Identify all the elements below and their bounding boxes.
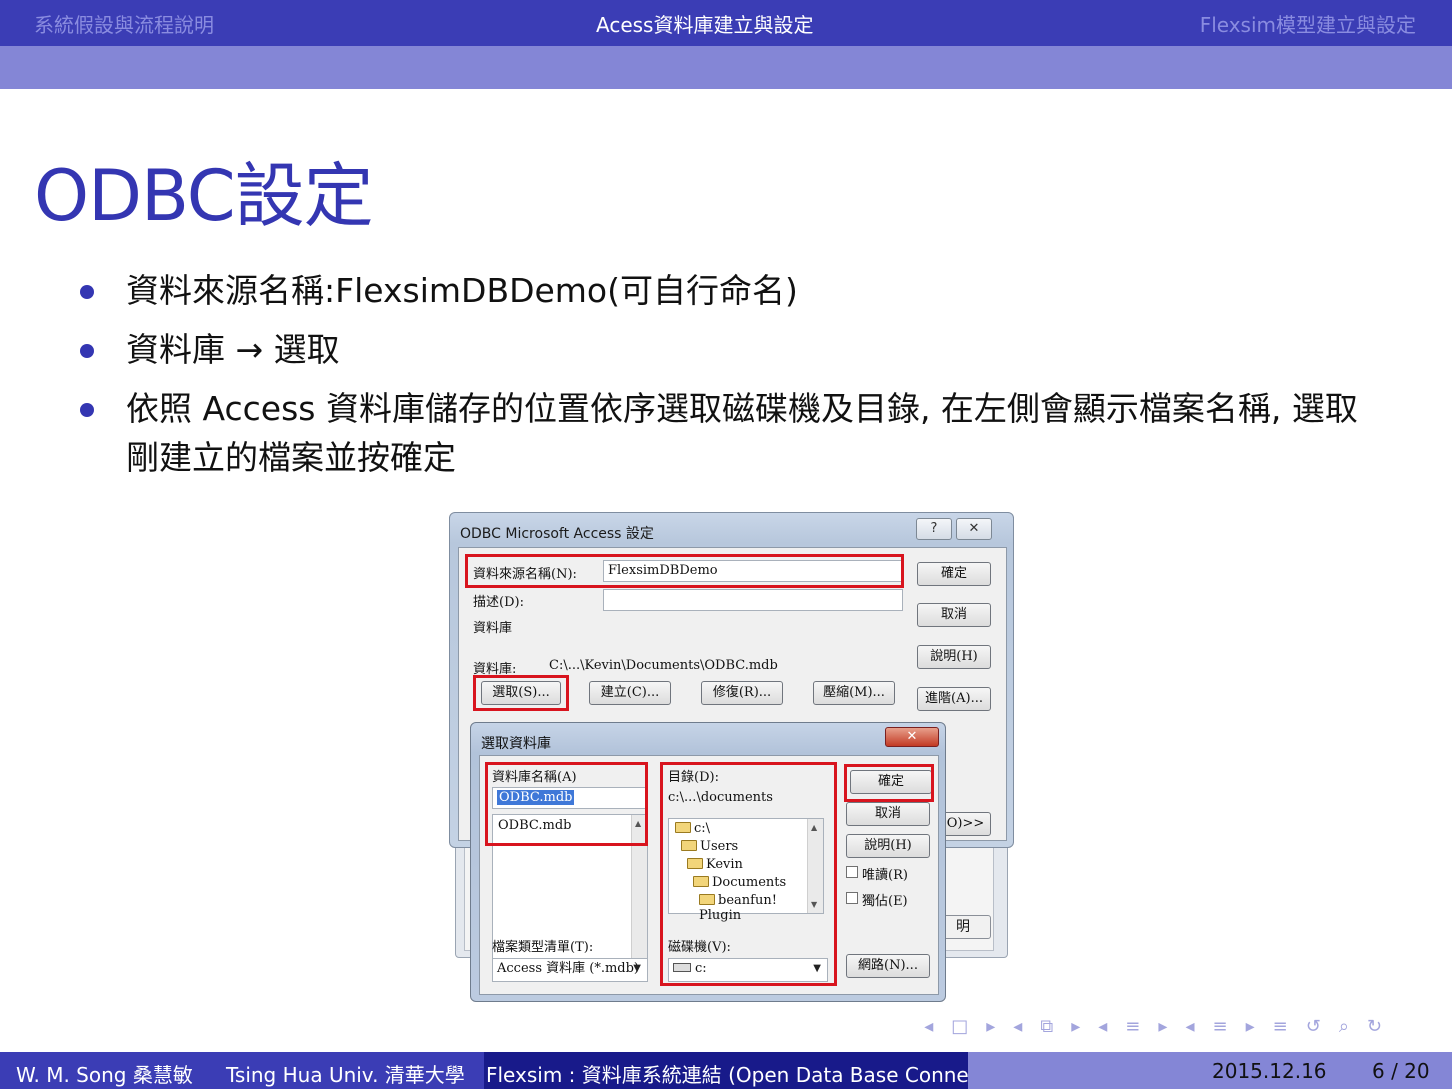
repair-button[interactable]: 修復(R)...: [701, 681, 783, 705]
footer-author-block: W. M. Song 桑慧敏 Tsing Hua Univ. 清華大學: [0, 1052, 484, 1089]
help-button[interactable]: 說明(H): [846, 834, 930, 858]
header-section-1[interactable]: 系統假設與流程說明: [34, 9, 214, 38]
description-label: 描述(D):: [473, 595, 524, 610]
close-icon[interactable]: ✕: [885, 727, 939, 747]
file-type-label: 檔案類型清單(T):: [492, 940, 594, 955]
nav-next-icon[interactable]: ▸: [1246, 1016, 1255, 1037]
advanced-button[interactable]: 進階(A)...: [917, 687, 991, 711]
highlight-box: [844, 764, 934, 802]
cancel-button[interactable]: 取消: [917, 603, 991, 627]
dialog-body: 資料庫名稱(A) ODBC.mdb ODBC.mdb ▲▼ 檔案類型清單(T):…: [479, 755, 939, 995]
header-section-3[interactable]: Flexsim模型建立與設定: [1200, 9, 1416, 38]
nav-forward-icon[interactable]: ↻: [1367, 1016, 1382, 1037]
highlight-box: [485, 762, 648, 846]
exclusive-label: 獨佔(E): [862, 894, 908, 909]
nav-slides-icon[interactable]: ⧉: [1040, 1016, 1053, 1037]
nav-prev-icon[interactable]: ◂: [1013, 1016, 1022, 1037]
readonly-label: 唯讀(R): [862, 868, 908, 883]
bullet-dot-icon: [80, 285, 94, 299]
footer: W. M. Song 桑慧敏 Tsing Hua Univ. 清華大學 Flex…: [0, 1052, 1452, 1089]
help-icon[interactable]: ?: [916, 518, 952, 540]
highlight-box: [473, 675, 569, 711]
nav-next-icon[interactable]: ▸: [1158, 1016, 1167, 1037]
footer-institute: Tsing Hua Univ. 清華大學: [226, 1063, 465, 1087]
highlight-box: [660, 762, 837, 986]
bullet-text: 依照 Access 資料庫儲存的位置依序選取磁碟機及目錄, 在左側會顯示檔案名稱…: [126, 389, 1358, 477]
footer-page-number: 6 / 20: [1372, 1059, 1430, 1083]
readonly-checkbox[interactable]: [846, 866, 858, 878]
bullet-item: 依照 Access 資料庫儲存的位置依序選取磁碟機及目錄, 在左側會顯示檔案名稱…: [78, 384, 1378, 482]
nav-next-icon[interactable]: ▸: [986, 1016, 995, 1037]
dialog-title: ODBC Microsoft Access 設定: [460, 526, 654, 542]
database-group-label: 資料庫: [473, 621, 513, 636]
footer-title: Flexsim : 資料庫系統連結 (Open Data Base Conne: [486, 1063, 968, 1087]
help-button[interactable]: 說明(H): [917, 645, 991, 669]
description-input[interactable]: [603, 589, 903, 611]
close-icon[interactable]: ✕: [956, 518, 992, 540]
nav-next-icon[interactable]: ▸: [1071, 1016, 1080, 1037]
nav-subsection-icon[interactable]: ≡: [1125, 1016, 1140, 1037]
nav-section-icon[interactable]: ≡: [1212, 1016, 1227, 1037]
exclusive-checkbox[interactable]: [846, 892, 858, 904]
cancel-button[interactable]: 取消: [846, 802, 930, 826]
create-button[interactable]: 建立(C)...: [589, 681, 671, 705]
footer-title-block: Flexsim : 資料庫系統連結 (Open Data Base Conne: [484, 1052, 968, 1089]
dialog-title: 選取資料庫: [481, 736, 551, 752]
header-navigation-bar: 系統假設與流程說明 Acess資料庫建立與設定 Flexsim模型建立與設定: [0, 0, 1452, 46]
header-section-2-active[interactable]: Acess資料庫建立與設定: [596, 9, 813, 38]
compact-button[interactable]: 壓縮(M)...: [813, 681, 895, 705]
header-subsection-bar: [0, 46, 1452, 89]
frame-title: ODBC設定: [34, 155, 374, 237]
bullet-list: 資料來源名稱:FlexsimDBDemo(可自行命名) 資料庫 → 選取 依照 …: [78, 266, 1378, 492]
ok-button[interactable]: 確定: [917, 562, 991, 586]
bullet-text: 資料來源名稱:FlexsimDBDemo(可自行命名): [126, 271, 798, 310]
file-type-value: Access 資料庫 (*.mdb): [497, 961, 639, 976]
beamer-navigation-symbols: ◂ □ ▸ ◂ ⧉ ▸ ◂ ≡ ▸ ◂ ≡ ▸ ≡ ↺ ⌕ ↻: [924, 1016, 1382, 1037]
footer-author: W. M. Song 桑慧敏: [16, 1063, 193, 1087]
nav-prev-icon[interactable]: ◂: [1185, 1016, 1194, 1037]
bullet-item: 資料來源名稱:FlexsimDBDemo(可自行命名): [78, 266, 1378, 315]
bullet-item: 資料庫 → 選取: [78, 325, 1378, 374]
network-button[interactable]: 網路(N)...: [846, 954, 930, 978]
footer-date: 2015.12.16: [1212, 1059, 1327, 1083]
nav-prev-icon[interactable]: ◂: [1098, 1016, 1107, 1037]
chevron-down-icon: ▼: [633, 963, 641, 974]
file-type-combo[interactable]: Access 資料庫 (*.mdb) ▼: [492, 958, 648, 982]
bullet-dot-icon: [80, 403, 94, 417]
database-path: C:\...\Kevin\Documents\ODBC.mdb: [549, 658, 778, 673]
footer-date-block: 2015.12.16 6 / 20: [968, 1052, 1452, 1089]
highlight-box: [465, 554, 904, 588]
nav-back-icon[interactable]: ↺: [1306, 1016, 1321, 1037]
nav-prev-icon[interactable]: ◂: [924, 1016, 933, 1037]
select-database-dialog: 選取資料庫 ✕ 資料庫名稱(A) ODBC.mdb ODBC.mdb ▲▼ 檔案…: [470, 722, 946, 1002]
nav-document-icon[interactable]: ≡: [1273, 1016, 1288, 1037]
bullet-dot-icon: [80, 344, 94, 358]
nav-frame-icon[interactable]: □: [951, 1016, 968, 1037]
nav-search-icon[interactable]: ⌕: [1339, 1016, 1349, 1037]
bullet-text: 資料庫 → 選取: [126, 330, 340, 369]
